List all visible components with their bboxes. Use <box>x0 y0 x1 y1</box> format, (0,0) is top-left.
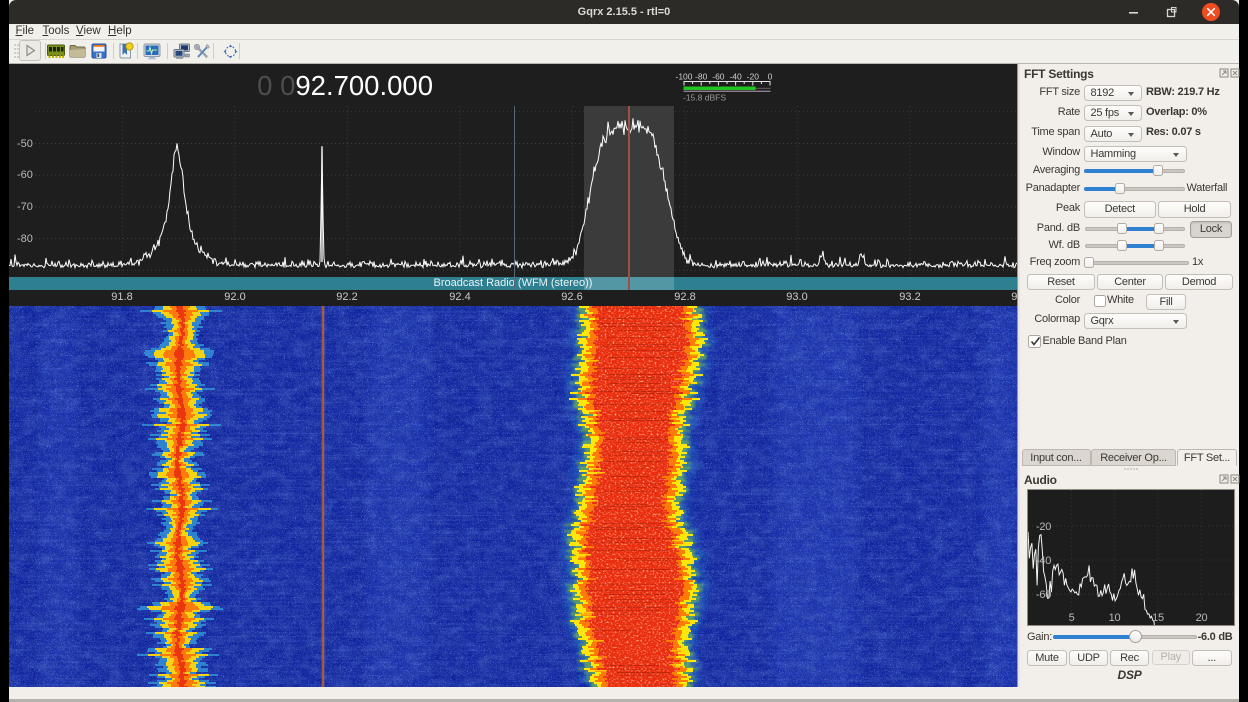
svg-text:-40: -40 <box>1036 555 1051 567</box>
svg-text:-20: -20 <box>1036 521 1051 533</box>
svg-text:15: 15 <box>1152 612 1164 624</box>
svg-text:-60: -60 <box>1036 589 1051 601</box>
svg-text:10: 10 <box>1108 612 1120 624</box>
svg-text:5: 5 <box>1068 612 1074 624</box>
svg-text:20: 20 <box>1195 612 1207 624</box>
